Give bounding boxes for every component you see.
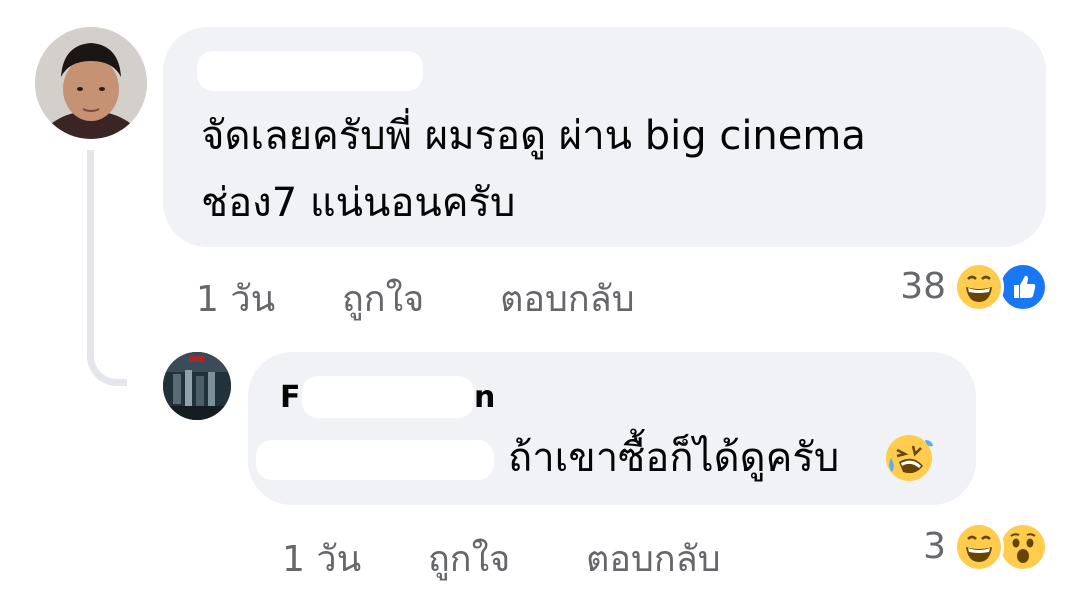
grinning-face-icon	[954, 262, 1004, 312]
reply-author-start[interactable]: F	[280, 380, 301, 415]
grinning-face-icon	[954, 522, 1004, 572]
like-thumb-icon	[998, 262, 1048, 312]
like-button[interactable]: ถูกใจ	[342, 270, 424, 327]
avatar-photo-icon	[35, 27, 147, 139]
comment-bubble: จัดเลยครับพี่ ผมรอดู ผ่าน big cinema ช่อ…	[163, 27, 1046, 247]
comment-timestamp[interactable]: 1 วัน	[196, 270, 275, 327]
reply-avatar[interactable]	[163, 352, 231, 420]
comment-text-line-2: ช่อง7 แน่นอนครับ	[201, 180, 516, 226]
rofl-emoji-icon	[883, 432, 935, 484]
reply-button[interactable]: ตอบกลับ	[500, 270, 635, 327]
reply-like-button[interactable]: ถูกใจ	[428, 530, 510, 587]
reply-reaction-count[interactable]: 3	[900, 526, 946, 567]
redacted-author-name	[197, 51, 423, 91]
comment-text-line-1: จัดเลยครับพี่ ผมรอดู ผ่าน big cinema	[201, 113, 866, 159]
surprised-face-icon	[998, 522, 1048, 572]
redacted-mention[interactable]	[256, 440, 494, 480]
reply-reaction-summary[interactable]	[950, 522, 1050, 574]
reply-thread-line	[87, 150, 127, 386]
reply-bubble: F n ถ้าเขาซื้อก็ได้ดูครับ	[248, 352, 976, 505]
avatar[interactable]	[35, 27, 147, 139]
movie-poster-avatar-icon	[163, 352, 231, 420]
redacted-author-name	[302, 376, 474, 418]
reply-text: ถ้าเขาซื้อก็ได้ดูครับ	[508, 435, 840, 481]
reply-timestamp[interactable]: 1 วัน	[282, 530, 361, 587]
reaction-count[interactable]: 38	[880, 266, 946, 307]
reaction-summary[interactable]	[950, 262, 1050, 314]
reply-author-end[interactable]: n	[474, 380, 495, 415]
reply-reply-button[interactable]: ตอบกลับ	[586, 530, 721, 587]
